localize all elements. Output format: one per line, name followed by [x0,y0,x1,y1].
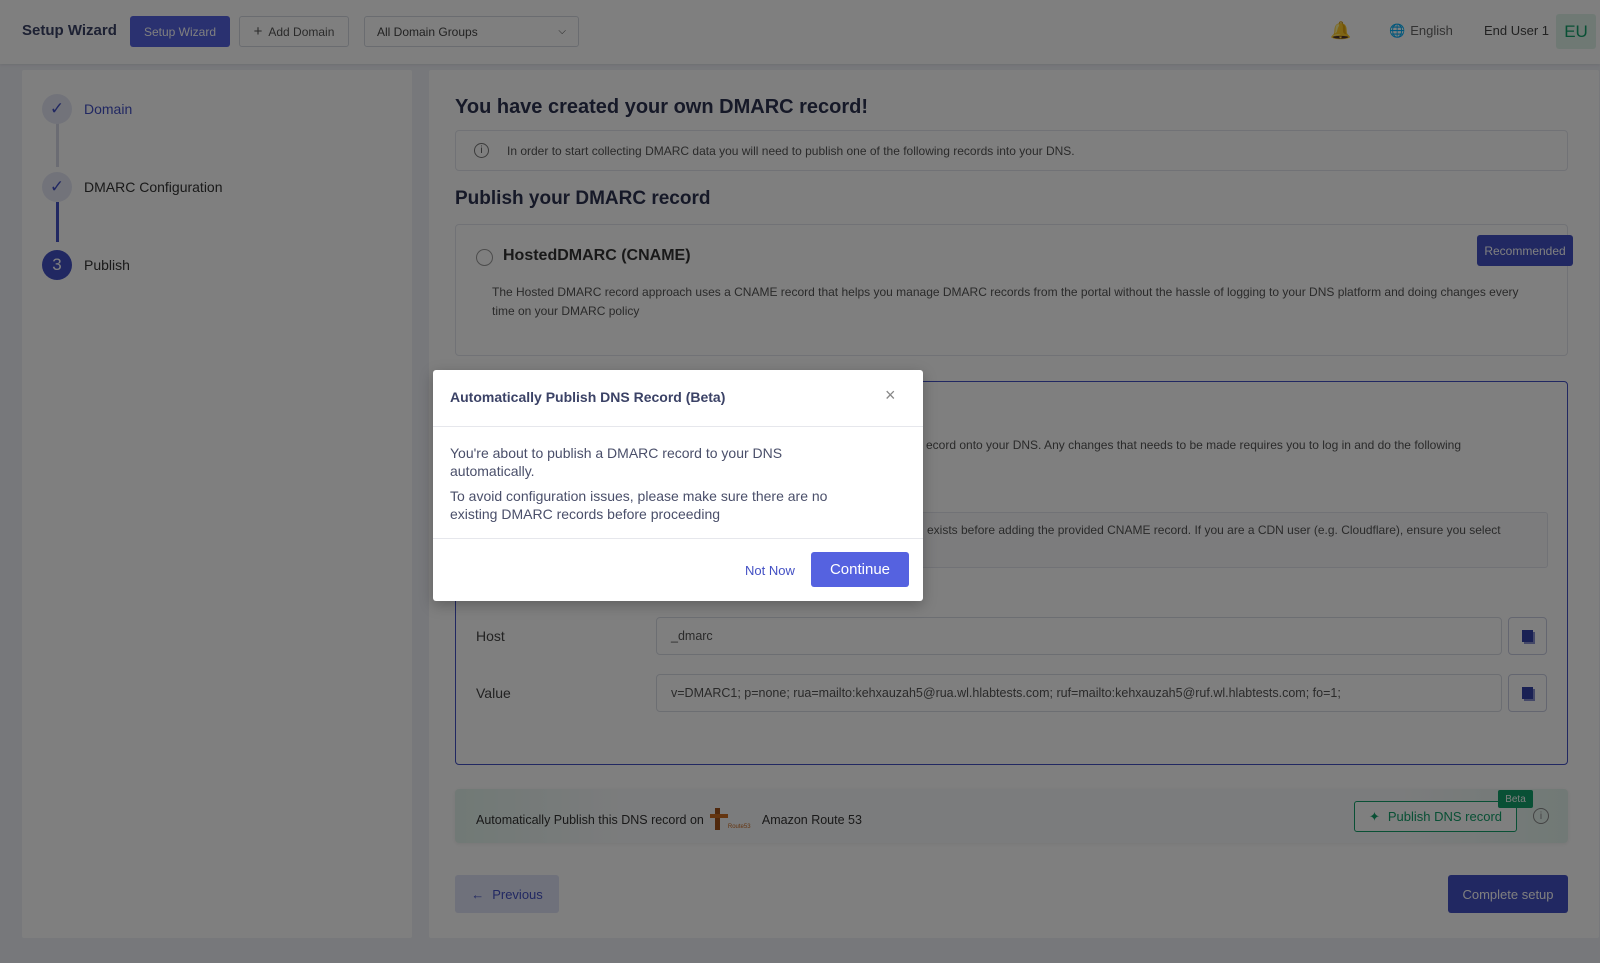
close-icon[interactable]: × [885,385,896,406]
modal-body-text: You're about to publish a DMARC record t… [450,445,783,479]
divider [433,426,923,427]
modal-warning-text: To avoid configuration issues, please ma… [450,488,828,522]
continue-button[interactable]: Continue [811,552,909,587]
modal-title: Automatically Publish DNS Record (Beta) [450,389,726,405]
divider [433,538,923,539]
not-now-button[interactable]: Not Now [745,563,795,578]
auto-publish-modal: Automatically Publish DNS Record (Beta) … [433,370,923,601]
